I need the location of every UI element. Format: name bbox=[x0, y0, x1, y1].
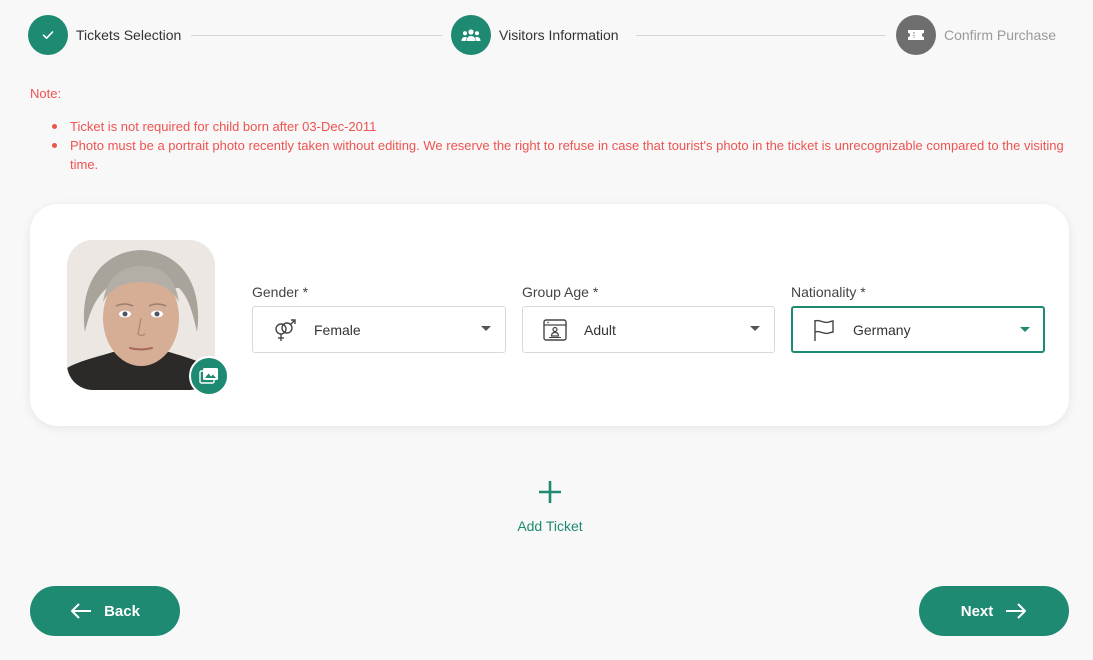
add-ticket-button[interactable]: Add Ticket bbox=[500, 478, 600, 538]
step-label: Tickets Selection bbox=[76, 27, 182, 43]
step-connector bbox=[191, 35, 442, 36]
progress-stepper: Tickets Selection Visitors Information C… bbox=[28, 15, 1068, 55]
flag-icon bbox=[810, 316, 838, 344]
note-item: Ticket is not required for child born af… bbox=[52, 117, 1070, 136]
arrow-right-icon bbox=[1006, 603, 1027, 619]
nationality-select[interactable]: Germany bbox=[791, 306, 1045, 353]
chevron-down-icon bbox=[1020, 327, 1030, 332]
nationality-value: Germany bbox=[853, 321, 911, 338]
note-section: Note: Ticket is not required for child b… bbox=[30, 86, 1070, 174]
step-label: Visitors Information bbox=[499, 27, 619, 43]
note-list: Ticket is not required for child born af… bbox=[30, 117, 1070, 174]
note-title: Note: bbox=[30, 86, 62, 101]
group-age-value: Adult bbox=[584, 321, 616, 338]
next-button[interactable]: Next bbox=[919, 586, 1069, 636]
back-label: Back bbox=[104, 602, 140, 620]
note-item: Photo must be a portrait photo recently … bbox=[52, 136, 1070, 174]
gender-field: Gender * Female bbox=[252, 284, 506, 353]
arrow-left-icon bbox=[71, 603, 92, 619]
step-connector bbox=[636, 35, 886, 36]
visitor-photo-container bbox=[67, 240, 229, 396]
next-label: Next bbox=[960, 602, 994, 620]
back-button[interactable]: Back bbox=[30, 586, 180, 636]
check-icon bbox=[28, 15, 68, 55]
gender-label: Gender * bbox=[252, 284, 309, 300]
step-visitors-information[interactable]: Visitors Information bbox=[451, 15, 619, 55]
step-label: Confirm Purchase bbox=[944, 27, 1057, 43]
step-tickets-selection[interactable]: Tickets Selection bbox=[28, 15, 181, 55]
chevron-down-icon bbox=[481, 326, 491, 331]
step-confirm-purchase[interactable]: Confirm Purchase bbox=[896, 15, 1056, 55]
chevron-down-icon bbox=[750, 326, 760, 331]
group-age-select[interactable]: Adult bbox=[522, 306, 775, 353]
gender-value: Female bbox=[314, 321, 361, 338]
gender-icon bbox=[271, 316, 299, 344]
gender-select[interactable]: Female bbox=[252, 306, 506, 353]
group-age-field: Group Age * Adult bbox=[522, 284, 775, 353]
id-badge-icon bbox=[541, 316, 569, 344]
photo-library-icon[interactable] bbox=[189, 356, 229, 396]
plus-icon bbox=[539, 481, 561, 503]
ticket-icon bbox=[896, 15, 936, 55]
nationality-label: Nationality * bbox=[791, 284, 866, 300]
add-ticket-label: Add Ticket bbox=[517, 518, 583, 534]
visitor-card: Gender * Female Group Age * Adult Nation… bbox=[30, 204, 1069, 426]
group-age-label: Group Age * bbox=[522, 284, 599, 300]
nationality-field: Nationality * Germany bbox=[791, 284, 1045, 353]
group-icon bbox=[451, 15, 491, 55]
